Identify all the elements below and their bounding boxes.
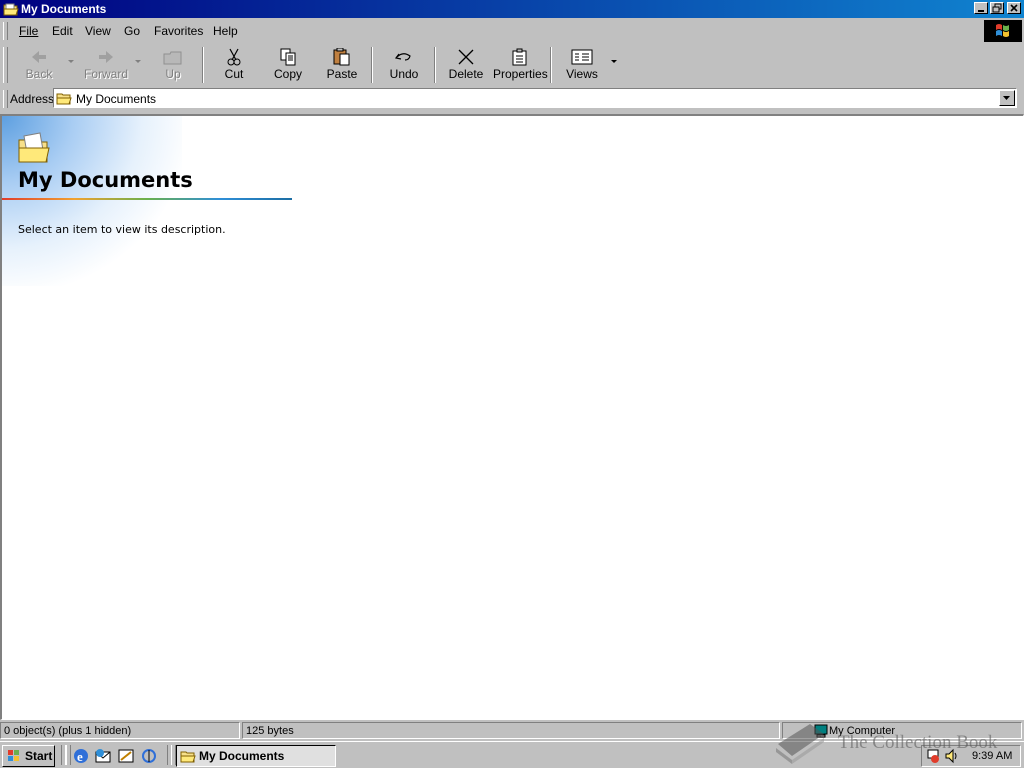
close-icon — [1010, 4, 1018, 12]
channels-icon[interactable] — [140, 747, 158, 765]
address-grip[interactable] — [3, 90, 8, 108]
status-bar: 0 object(s) (plus 1 hidden) 125 bytes My… — [0, 721, 1024, 740]
page-title: My Documents — [18, 168, 193, 192]
maximize-icon — [992, 3, 1002, 13]
cut-icon — [227, 48, 241, 66]
clock[interactable]: 9:39 AM — [972, 750, 1012, 762]
menu-file-label: File — [19, 24, 39, 38]
address-input[interactable]: My Documents — [53, 88, 1017, 108]
properties-label: Properties — [493, 67, 548, 81]
volume-icon[interactable] — [944, 748, 960, 764]
views-button[interactable]: Views — [563, 46, 601, 84]
description-text: Select an item to view its description. — [18, 223, 226, 236]
dropdown-icon — [1003, 96, 1010, 100]
properties-button[interactable]: Properties — [493, 46, 548, 84]
desktop-icon[interactable] — [117, 747, 135, 765]
menu-favorites[interactable]: Favorites — [154, 24, 203, 38]
system-tray: 9:39 AM — [921, 745, 1021, 767]
status-zone-label: My Computer — [829, 725, 896, 737]
menu-go[interactable]: Go — [124, 24, 140, 38]
title-underline — [2, 198, 292, 200]
folder-icon — [180, 751, 196, 763]
views-dropdown-icon[interactable] — [611, 60, 617, 63]
folder-icon — [56, 93, 72, 105]
back-dropdown-icon[interactable] — [68, 60, 74, 63]
address-label: Address — [10, 92, 55, 106]
up-icon — [163, 51, 182, 65]
paste-label: Paste — [326, 67, 358, 81]
back-button[interactable]: Back — [20, 46, 58, 84]
address-dropdown-button[interactable] — [999, 90, 1015, 106]
toolbar-separator — [550, 47, 552, 83]
up-button[interactable]: Up — [155, 46, 191, 84]
folder-icon — [18, 132, 50, 163]
minimize-icon — [978, 10, 984, 12]
computer-icon — [814, 724, 828, 738]
undo-label: Undo — [389, 67, 419, 81]
cut-button[interactable]: Cut — [215, 46, 253, 84]
status-zone: My Computer — [782, 722, 1022, 739]
ie-icon[interactable]: e — [72, 747, 90, 765]
forward-dropdown-icon[interactable] — [135, 60, 141, 63]
forward-icon — [99, 51, 113, 63]
copy-label: Copy — [273, 67, 302, 81]
back-icon — [32, 51, 46, 63]
quicklaunch-grip[interactable] — [66, 745, 71, 765]
status-objects: 0 object(s) (plus 1 hidden) — [0, 722, 240, 739]
toolbar-grip[interactable] — [3, 47, 8, 83]
start-logo-icon — [8, 750, 19, 761]
cut-label: Cut — [224, 67, 244, 81]
start-label: Start — [25, 749, 53, 763]
windows-logo-icon — [996, 24, 1009, 37]
minimize-button[interactable] — [974, 2, 988, 14]
menu-bar: File Edit View Go Favorites Help — [0, 19, 1024, 43]
folder-icon — [3, 3, 19, 16]
menu-view[interactable]: View — [85, 24, 111, 38]
outlook-icon[interactable] — [94, 747, 112, 765]
taskbar: Start e My Documents 9:39 AM — [0, 741, 1024, 768]
undo-button[interactable]: Undo — [385, 46, 423, 84]
properties-icon — [512, 48, 527, 66]
title-bar[interactable]: My Documents — [0, 0, 1024, 18]
back-label: Back — [25, 67, 53, 81]
paste-button[interactable]: Paste — [322, 46, 362, 84]
throbber — [984, 20, 1022, 42]
undo-icon — [394, 53, 411, 61]
task-label: My Documents — [199, 749, 285, 763]
menu-edit[interactable]: Edit — [52, 24, 73, 38]
delete-label: Delete — [448, 67, 484, 81]
task-button-my-documents[interactable]: My Documents — [176, 745, 336, 767]
copy-icon — [280, 48, 296, 66]
window-title: My Documents — [21, 2, 107, 16]
tray-network-icon[interactable] — [926, 748, 942, 764]
forward-label: Forward — [83, 67, 128, 81]
status-size: 125 bytes — [242, 722, 780, 739]
toolbar-separator — [202, 47, 204, 83]
standard-toolbar: Back Forward Up Cut Copy Paste Undo Dele… — [0, 44, 1024, 86]
forward-button[interactable]: Forward — [82, 46, 130, 84]
views-icon — [571, 49, 593, 65]
start-button[interactable]: Start — [2, 745, 55, 767]
copy-button[interactable]: Copy — [269, 46, 307, 84]
menu-grip[interactable] — [3, 22, 8, 40]
toolbar-separator — [371, 47, 373, 83]
address-bar: Address My Documents — [0, 87, 1024, 111]
menu-help[interactable]: Help — [213, 24, 238, 38]
folder-view[interactable]: My Documents Select an item to view its … — [0, 114, 1024, 720]
views-label: Views — [566, 67, 598, 81]
address-value: My Documents — [76, 92, 157, 106]
up-label: Up — [165, 67, 181, 81]
delete-button[interactable]: Delete — [447, 46, 485, 84]
paste-icon — [333, 48, 350, 66]
delete-icon — [458, 49, 474, 65]
restore-button[interactable] — [990, 2, 1004, 14]
close-button[interactable] — [1007, 2, 1021, 14]
svg-text:e: e — [77, 749, 83, 764]
menu-file[interactable]: File — [19, 24, 38, 38]
toolbar-separator — [434, 47, 436, 83]
